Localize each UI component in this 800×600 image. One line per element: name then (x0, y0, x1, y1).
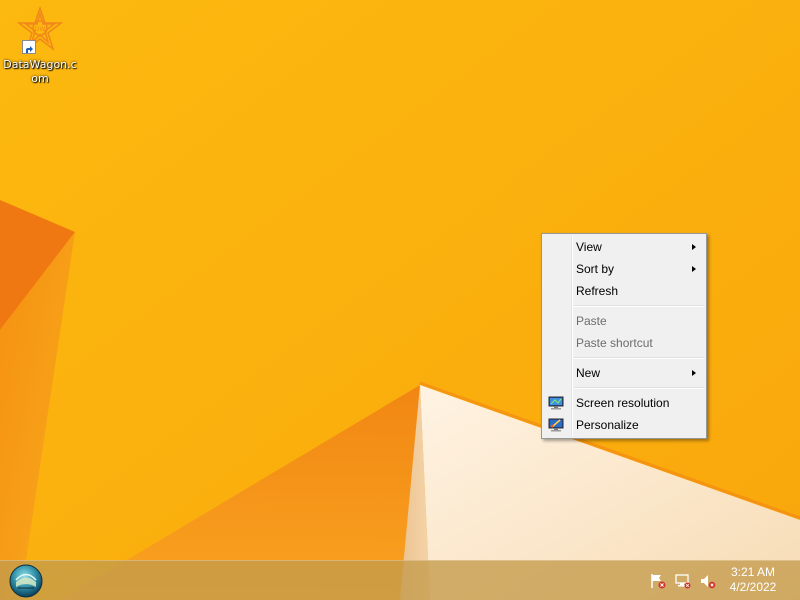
menu-item-sort-by[interactable]: Sort by (542, 258, 706, 280)
menu-item-paste-shortcut: Paste shortcut (542, 332, 706, 354)
menu-item-label: Refresh (576, 284, 619, 298)
context-menu: View Sort by Refresh Paste Paste shortcu… (541, 233, 707, 439)
desktop-icon-datawagon[interactable]: DW DataWagon.com (0, 5, 80, 86)
menu-item-label: Screen resolution (576, 396, 670, 410)
network-icon[interactable] (675, 573, 691, 589)
menu-item-label: View (576, 240, 602, 254)
monitor-personalize-icon (548, 417, 564, 433)
menu-item-paste: Paste (542, 310, 706, 332)
menu-separator (574, 387, 704, 389)
clock-date: 4/2/2022 (729, 580, 777, 594)
clock-time: 3:21 AM (730, 565, 776, 579)
start-button[interactable] (8, 563, 44, 599)
datawagon-logo-icon: DW (16, 5, 64, 54)
menu-item-view[interactable]: View (542, 236, 706, 258)
menu-item-label: Paste shortcut (576, 336, 653, 350)
menu-item-screen-resolution[interactable]: Screen resolution (542, 392, 706, 414)
start-orb-icon (9, 564, 43, 598)
volume-muted-icon[interactable] (700, 573, 716, 589)
menu-item-refresh[interactable]: Refresh (542, 280, 706, 302)
menu-item-label: Paste (576, 314, 607, 328)
menu-item-label: New (576, 366, 601, 380)
menu-separator (574, 357, 704, 359)
submenu-arrow-icon (692, 370, 696, 376)
svg-text:DW: DW (35, 26, 46, 33)
menu-item-new[interactable]: New (542, 362, 706, 384)
submenu-arrow-icon (692, 244, 696, 250)
desktop[interactable]: DW DataWagon.com View Sort by Refresh Pa… (0, 0, 800, 600)
menu-separator (574, 305, 704, 307)
shortcut-arrow-icon (22, 40, 36, 54)
monitor-resolution-icon (548, 395, 564, 411)
taskbar-clock[interactable]: 3:21 AM 4/2/2022 (718, 565, 788, 595)
action-center-flag-icon[interactable] (650, 573, 666, 589)
desktop-icon-label: DataWagon.com (3, 58, 77, 85)
submenu-arrow-icon (692, 266, 696, 272)
taskbar: 3:21 AM 4/2/2022 (0, 560, 800, 600)
menu-item-label: Sort by (576, 262, 615, 276)
menu-item-label: Personalize (576, 418, 639, 432)
menu-item-personalize[interactable]: Personalize (542, 414, 706, 436)
